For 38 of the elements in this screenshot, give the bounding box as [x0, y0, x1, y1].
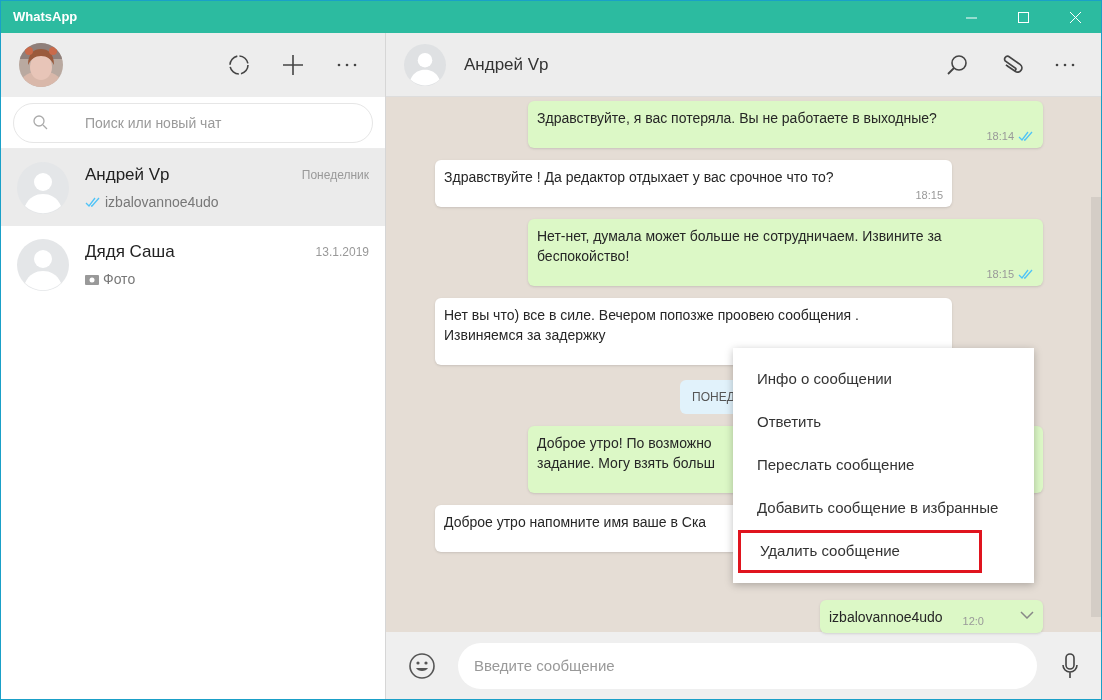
- emoji-icon[interactable]: [408, 651, 436, 680]
- chat-preview: Фото: [103, 269, 136, 289]
- message-time: 18:15: [986, 266, 1014, 282]
- message-text: Извиняемся за задержку: [444, 326, 606, 345]
- close-icon: [1069, 11, 1081, 23]
- message-text: задание. Могу взять больш: [537, 454, 715, 473]
- chat-preview: izbalovannoe4udo: [105, 192, 219, 212]
- maximize-icon: [1017, 11, 1029, 23]
- avatar-placeholder-icon: [404, 43, 446, 86]
- message-text: Нет-нет, думала может больше не сотрудничаем. Извините за: [537, 227, 942, 246]
- avatar-placeholder-icon: [17, 161, 69, 214]
- message-time: 12:0: [962, 613, 984, 629]
- contact-name: Андрей Vp: [464, 53, 549, 76]
- chat-name: Андрей Vp: [85, 164, 170, 187]
- chat-item[interactable]: Андрей Vp Понеделник izbalovannoe4udo: [1, 149, 385, 226]
- chat-time: 13.1.2019: [315, 244, 369, 261]
- message-text: Доброе утро напомните имя ваше в Ска: [444, 513, 707, 532]
- message-text: Доброе утро! По возможно: [537, 434, 712, 453]
- window-title: WhatsApp: [13, 8, 78, 27]
- chevron-down-icon[interactable]: [1020, 611, 1034, 619]
- chat-time: Понеделник: [301, 167, 369, 184]
- message-text: izbalovannoe4udo: [829, 608, 943, 627]
- menu-item[interactable]: Удалить сообщение: [738, 530, 982, 573]
- menu-item[interactable]: Переслать сообщение: [733, 444, 1034, 487]
- chat-name: Дядя Саша: [85, 241, 175, 264]
- message-text: Нет вы что) все в силе. Вечером попозже проовею сообщения .: [444, 306, 859, 325]
- message-text: Здравствуйте ! Да редактор отдыхает у вас срочное что то?: [444, 168, 834, 187]
- message-text: Здравствуйте, я вас потеряла. Вы не работаете в выходные?: [537, 109, 937, 128]
- scrollbar[interactable]: [1091, 197, 1101, 617]
- message-time: 18:15: [915, 187, 943, 203]
- message-input[interactable]: Введите сообщение: [458, 642, 1037, 689]
- search-icon: [33, 114, 48, 130]
- search-field[interactable]: Поиск или новый чат: [13, 102, 373, 143]
- microphone-icon[interactable]: [1061, 652, 1079, 679]
- message-time: 18:14: [986, 128, 1014, 144]
- avatar-placeholder-icon: [17, 238, 69, 291]
- message-text: беспокойство!: [537, 247, 630, 266]
- menu-item[interactable]: Добавить сообщение в избранные: [733, 487, 1034, 530]
